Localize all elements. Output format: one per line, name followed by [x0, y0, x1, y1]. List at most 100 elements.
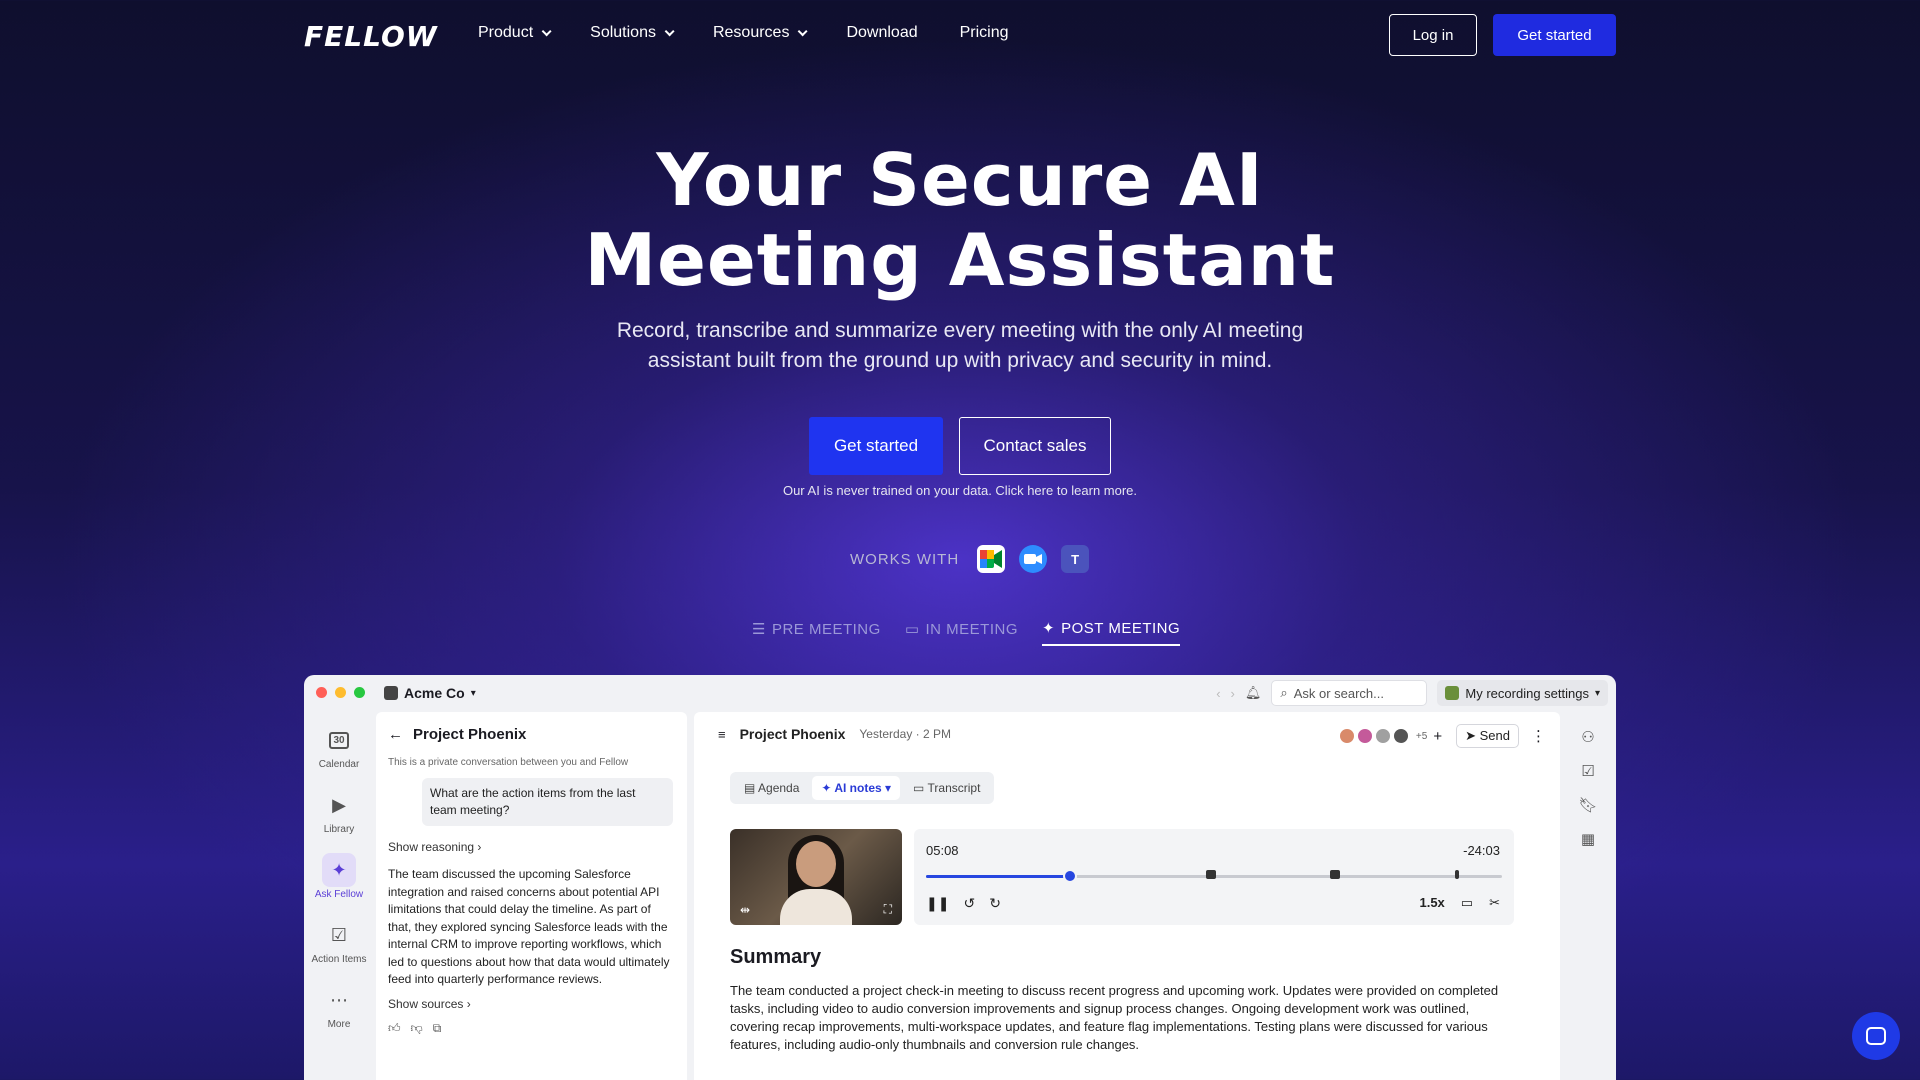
nav-product[interactable]: Product [478, 24, 552, 42]
tab-transcript-label: Transcript [927, 781, 981, 795]
nav-resources[interactable]: Resources [713, 24, 809, 42]
comment-icon[interactable]: ▭ [1461, 895, 1473, 911]
meeting-title: Project Phoenix [739, 726, 846, 742]
more-icon: ⋯ [330, 989, 348, 1010]
sidebar-item-library[interactable]: ▶ Library [304, 788, 374, 836]
close-window-dot[interactable] [316, 687, 327, 698]
chat-header: ← Project Phoenix [388, 726, 675, 743]
user-question: What are the action items from the last … [422, 778, 673, 826]
notes-segmented-control: ▤ Agenda ✦ AI notes ▾ ▭ Transcript [730, 772, 995, 804]
get-started-button[interactable]: Get started [809, 417, 943, 475]
bell-icon[interactable]: 🔔︎ [1245, 685, 1262, 701]
app-sidebar: 30 Calendar ▶ Library ✦ Ask Fellow ☑ Act… [304, 711, 374, 1080]
privacy-note-link[interactable]: Our AI is never trained on your data. Cl… [660, 483, 1260, 498]
chevron-down-icon [798, 25, 809, 36]
support-chat-button[interactable] [1852, 1012, 1900, 1060]
comment-marker-icon[interactable] [1330, 870, 1340, 879]
copy-icon[interactable]: ⧉ [433, 1021, 442, 1036]
tab-ai-notes[interactable]: ✦ AI notes ▾ [812, 776, 901, 800]
nav-pricing[interactable]: Pricing [960, 24, 1009, 42]
zoom-icon [1019, 545, 1048, 573]
remaining-time: -24:03 [1463, 843, 1500, 858]
expand-width-icon[interactable]: ⇹ [740, 903, 750, 917]
send-icon: ➤ [1465, 728, 1476, 743]
tab-post-meeting[interactable]: ✦ POST MEETING [1042, 619, 1181, 646]
thumbs-down-icon[interactable]: 👎︎ [411, 1021, 423, 1036]
sidebar-label-library: Library [323, 824, 355, 835]
fullscreen-icon[interactable]: ⛶ [884, 902, 892, 917]
hero-title-line1: Your Secure AI [656, 138, 1264, 222]
player-controls: ❚❚ ↺ ↻ [926, 895, 1001, 912]
tab-agenda[interactable]: ▤ Agenda [735, 776, 808, 800]
search-placeholder: Ask or search... [1293, 685, 1384, 701]
window-titlebar: Acme Co ▾ ‹ › 🔔︎ ⌕ Ask or search... My r… [304, 675, 1616, 711]
thumbs-up-icon[interactable]: 👍︎ [388, 1021, 401, 1036]
tab-transcript[interactable]: ▭ Transcript [904, 776, 989, 800]
search-icon: ⌕ [1280, 685, 1288, 700]
hero-subtitle: Record, transcribe and summarize every m… [616, 319, 1304, 372]
maximize-window-dot[interactable] [354, 687, 365, 698]
right-rail: ⚇ ☑ 🔖︎ ▦ [1566, 712, 1610, 1080]
works-with: WORKS WITH T [850, 545, 1090, 573]
login-button[interactable]: Log in [1389, 14, 1477, 56]
comment-marker-icon[interactable] [1455, 870, 1459, 879]
chevron-down-icon: ▾ [470, 687, 476, 699]
attendee-count: +5 [1415, 730, 1428, 742]
sidebar-item-action-items[interactable]: ☑ Action Items [304, 918, 374, 966]
nav-download[interactable]: Download [846, 24, 917, 42]
get-started-nav-button[interactable]: Get started [1493, 14, 1616, 56]
sidebar-item-more[interactable]: ⋯ More [304, 983, 374, 1031]
chevron-down-icon [541, 25, 552, 36]
rewind-15-icon[interactable]: ↺ [963, 895, 975, 912]
people-icon[interactable]: ⚇ [1581, 728, 1594, 746]
contact-sales-button[interactable]: Contact sales [959, 417, 1111, 475]
workspace-switcher[interactable]: Acme Co ▾ [384, 685, 476, 701]
scissors-icon[interactable]: ✂ [1489, 895, 1500, 911]
fellow-logo[interactable]: FELLOW [304, 20, 438, 53]
meeting-actions: +5 + ➤ Send ⋮ [1337, 724, 1546, 748]
recording-avatar-icon [1445, 686, 1460, 700]
summary-heading: Summary [730, 946, 822, 968]
avatar[interactable] [1337, 727, 1356, 745]
hero-title-line2: Meeting Assistant [584, 218, 1336, 302]
avatar[interactable] [1391, 727, 1410, 745]
send-button[interactable]: ➤ Send [1456, 724, 1519, 748]
workspace-name: Acme Co [404, 685, 465, 701]
playback-track[interactable] [926, 869, 1502, 883]
sidebar-item-ask-fellow[interactable]: ✦ Ask Fellow [304, 853, 374, 900]
minimize-window-dot[interactable] [335, 687, 346, 698]
show-reasoning-link[interactable]: Show reasoning › [388, 840, 675, 854]
meeting-stage-tabs: ☰ PRE MEETING ▭ IN MEETING ✦ POST MEETING [752, 619, 1181, 646]
teams-icon: T [1061, 545, 1090, 573]
recording-settings-button[interactable]: My recording settings ▾ [1437, 680, 1608, 706]
kebab-menu-icon[interactable]: ⋮ [1531, 727, 1546, 745]
tab-pre-meeting[interactable]: ☰ PRE MEETING [752, 619, 881, 646]
pause-icon[interactable]: ❚❚ [926, 895, 949, 912]
playback-scrubber[interactable] [1063, 869, 1077, 883]
meeting-date: Yesterday · 2 PM [859, 727, 952, 741]
search-input[interactable]: ⌕ Ask or search... [1271, 680, 1428, 706]
add-attendee-icon[interactable]: + [1433, 728, 1442, 745]
chevron-right-icon: › [466, 996, 471, 1011]
send-label: Send [1479, 728, 1510, 743]
forward-arrow-icon[interactable]: › [1231, 686, 1235, 701]
sidebar-item-calendar[interactable]: 30 Calendar [304, 723, 374, 770]
forward-15-icon[interactable]: ↻ [989, 895, 1001, 912]
back-arrow-icon[interactable]: ← [388, 726, 403, 743]
tab-post-meeting-label: POST MEETING [1061, 619, 1181, 637]
avatar[interactable] [1355, 727, 1374, 745]
checkbox-icon[interactable]: ☑ [1581, 762, 1594, 780]
presentation-icon[interactable]: ▦ [1581, 830, 1595, 848]
avatar[interactable] [1373, 727, 1392, 745]
menu-icon[interactable]: ≡ [718, 727, 726, 742]
playback-speed[interactable]: 1.5x [1419, 895, 1444, 911]
bookmark-icon[interactable]: 🔖︎ [1578, 796, 1597, 814]
back-arrow-icon[interactable]: ‹ [1216, 686, 1220, 701]
show-sources-link[interactable]: Show sources › [388, 997, 675, 1011]
video-thumbnail[interactable]: ⇹ ⛶ [730, 829, 902, 925]
tab-in-meeting[interactable]: ▭ IN MEETING [905, 619, 1018, 646]
nav-solutions[interactable]: Solutions [590, 24, 675, 42]
comment-marker-icon[interactable] [1206, 870, 1216, 879]
player-controls-right: 1.5x ▭ ✂ [1419, 895, 1500, 911]
meeting-header: ≡ Project Phoenix Yesterday · 2 PM [718, 726, 951, 742]
